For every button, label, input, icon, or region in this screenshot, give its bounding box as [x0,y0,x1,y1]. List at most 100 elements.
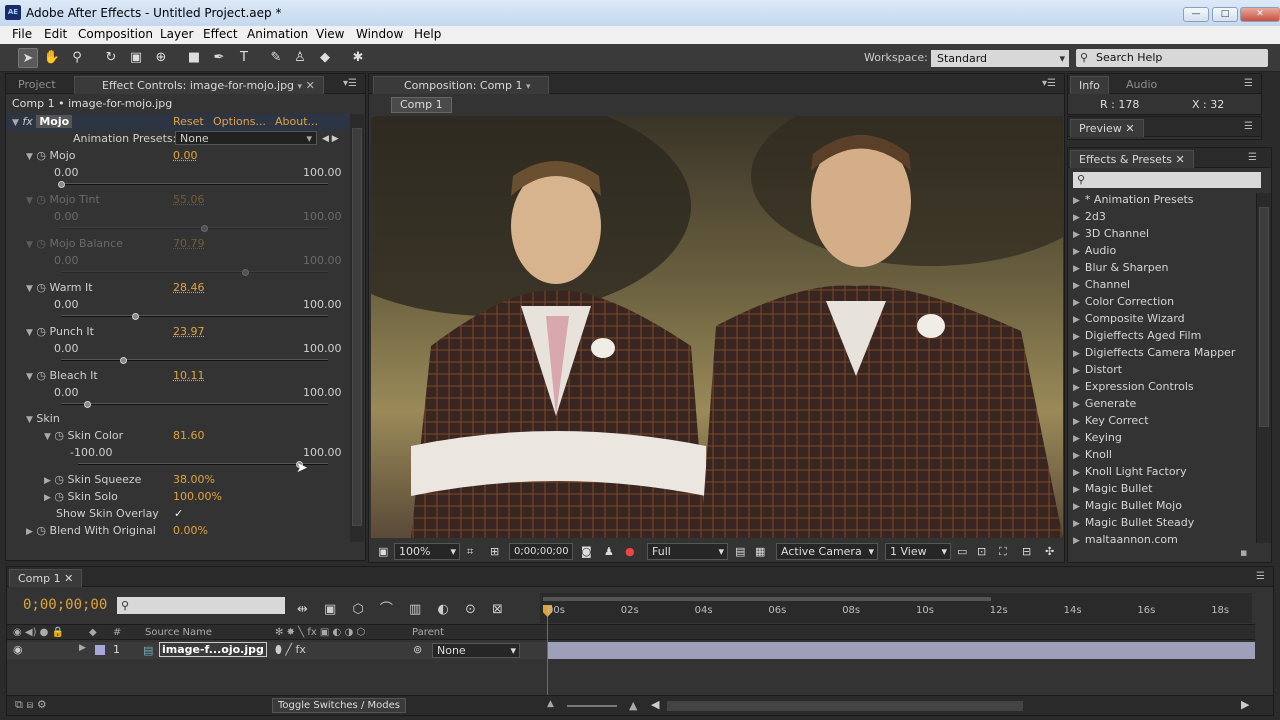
param-slider[interactable] [61,357,328,364]
panel-menu-icon[interactable]: ☰ [1244,78,1253,89]
param-value[interactable]: 28.46 [173,280,205,296]
param-slider[interactable] [61,269,328,276]
tab-preview[interactable]: Preview ✕ [1070,119,1144,137]
effects-list-item[interactable]: ▶ Knoll [1073,446,1112,463]
blend-value[interactable]: 0.00% [173,523,208,539]
timeline-hscrollbar[interactable] [667,701,1023,711]
collapse-triangle-icon[interactable]: ▼ [26,328,33,338]
menu-edit[interactable]: Edit [44,27,67,41]
selection-tool-icon[interactable]: ➤ [18,48,38,68]
menu-layer[interactable]: Layer [160,27,193,41]
expand-triangle-icon[interactable]: ▶ [1073,315,1080,325]
zoom-select[interactable]: 100% ▾ [394,543,460,560]
skin-color-slider[interactable] [78,461,328,468]
scroll-right-icon[interactable]: ▶ [1241,698,1249,711]
parent-select[interactable]: None ▾ [432,643,520,658]
collapse-triangle-icon[interactable]: ▼ [26,152,33,162]
slider-knob[interactable] [58,181,65,188]
expand-triangle-icon[interactable]: ▶ [1073,519,1080,529]
rotation-tool-icon[interactable]: ↻ [101,48,121,68]
stopwatch-icon[interactable]: ◷ [36,369,46,382]
exposure-icon[interactable]: ✣ [1045,544,1054,560]
effects-list-item[interactable]: ▶ Expression Controls [1073,378,1194,395]
footer-toggle-icons[interactable]: ⧉ ⧈ ⚙ [15,698,47,712]
effects-list-item[interactable]: ▶ Channel [1073,276,1130,293]
menu-file[interactable]: File [12,27,32,41]
effects-list-item[interactable]: ▶ Key Correct [1073,412,1149,429]
zoom-tool-icon[interactable]: ⚲ [67,48,87,68]
effects-list-item[interactable]: ▶ Distort [1073,361,1122,378]
close-tab-icon[interactable]: ✕ [1125,122,1134,135]
views-select[interactable]: 1 View ▾ [885,543,951,560]
slider-knob[interactable] [201,225,209,232]
toggle-switches-modes-button[interactable]: Toggle Switches / Modes [272,698,406,713]
collapse-triangle-icon[interactable]: ▼ [26,372,33,382]
menu-composition[interactable]: Composition [78,27,153,41]
expand-triangle-icon[interactable]: ▶ [1073,366,1080,376]
panel-menu-icon[interactable]: ☰ [1244,121,1253,132]
label-color-swatch[interactable] [95,645,105,655]
effects-list-item[interactable]: ▶ Blur & Sharpen [1073,259,1169,276]
panel-menu-icon[interactable]: ☰ [1256,571,1265,582]
search-help-input[interactable]: ⚲ Search Help [1076,49,1268,67]
type-tool-icon[interactable]: T [234,48,254,68]
expand-triangle-icon[interactable]: ▶ [79,643,86,653]
slider-knob[interactable] [131,313,139,320]
skin-color-value[interactable]: 81.60 [173,428,205,444]
puppet-pin-tool-icon[interactable]: ✱ [348,48,368,68]
effects-list-item[interactable]: ▶ Composite Wizard [1073,310,1185,327]
tab-info[interactable]: Info [1070,76,1109,94]
collapse-triangle-icon[interactable]: ▼ [26,240,33,250]
effects-list-item[interactable]: ▶ Audio [1073,242,1116,259]
effects-list-item[interactable]: ▶ Color Correction [1073,293,1174,310]
always-preview-icon[interactable]: ▣ [378,544,388,560]
flowchart-icon[interactable]: ⊡ [977,544,986,560]
slider-knob[interactable] [242,269,250,276]
grid-icon[interactable]: ⊞ [490,544,499,560]
expand-triangle-icon[interactable]: ▶ [44,493,51,503]
param-slider[interactable] [61,401,328,408]
rectangle-tool-icon[interactable]: ■ [184,48,204,68]
panel-menu-icon[interactable]: ☰ [1248,152,1257,163]
expand-triangle-icon[interactable]: ▶ [1073,298,1080,308]
reset-link[interactable]: Reset [173,114,204,130]
expand-triangle-icon[interactable]: ▶ [1073,434,1080,444]
close-tab-icon[interactable]: ✕ [64,572,73,585]
effects-list-item[interactable]: ▶ 2d3 [1073,208,1106,225]
skin-solo-value[interactable]: 100.00% [173,489,222,505]
expand-triangle-icon[interactable]: ▶ [1073,247,1080,257]
effects-list-item[interactable]: ▶ maltaannon.com [1073,531,1178,548]
scroll-left-icon[interactable]: ◀ [651,698,659,711]
expand-triangle-icon[interactable]: ▶ [1073,213,1080,223]
panel-menu-icon[interactable]: ▾☰ [343,78,357,89]
collapse-triangle-icon[interactable]: ▼ [26,196,33,206]
workspace-select[interactable]: Standard [931,50,1069,67]
layer-row[interactable]: ◉ ▶ 1 ▤ image-f...ojo.jpg ⬮ ╱ fx ⊚ None ▾ [7,642,547,659]
expand-triangle-icon[interactable]: ▶ [44,476,51,486]
current-time-field[interactable]: 0;00;00;00 [509,543,573,560]
fast-previews-icon[interactable]: ▤ [735,544,745,560]
layer-duration-bar[interactable] [547,642,1255,659]
stopwatch-icon[interactable]: ◷ [36,149,46,162]
expand-triangle-icon[interactable]: ▶ [1073,502,1080,512]
timeline-current-time[interactable]: 0;00;00;00 [23,597,107,613]
effects-list-item[interactable]: ▶ 3D Channel [1073,225,1149,242]
collapse-triangle-icon[interactable]: ▼ [44,432,51,442]
effect-name[interactable]: Mojo [36,115,73,128]
stopwatch-icon[interactable]: ◷ [36,193,46,206]
scrollbar[interactable] [1256,193,1271,543]
close-tab-icon[interactable]: ✕ [306,79,315,92]
show-snapshot-icon[interactable]: ♟ [604,544,614,560]
scrollbar[interactable] [350,114,364,542]
layer-switches-icons[interactable]: ⬮ ╱ fx [275,643,306,657]
timeline-switches-icons[interactable]: ⇹ ▣ ⬡ ⌒ ▥ ◐ ⊙ ⊠ [297,598,509,617]
work-area-bar[interactable] [543,597,991,601]
source-name-header[interactable]: Source Name [145,625,212,640]
collapse-triangle-icon[interactable]: ▼ [26,415,33,425]
parent-header[interactable]: Parent [412,625,444,640]
camera-tool-icon[interactable]: ▣ [126,48,146,68]
close-tab-icon[interactable]: ✕ [1176,153,1185,166]
resolution-select[interactable]: Full ▾ [647,543,728,560]
tab-composition[interactable]: Composition: Comp 1 ▾ [373,76,549,94]
stopwatch-icon[interactable]: ◷ [36,524,46,537]
